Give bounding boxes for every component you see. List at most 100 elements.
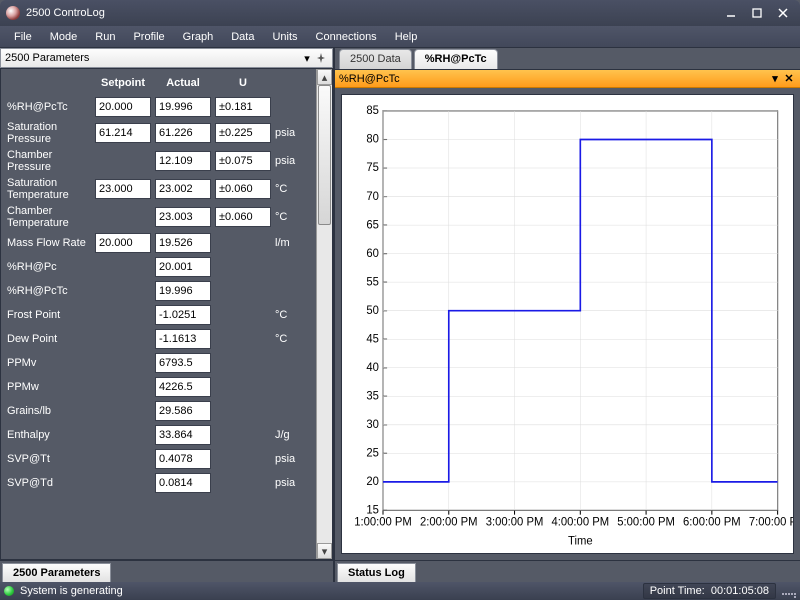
param-row: Grains/lb — [5, 399, 312, 423]
panel-header[interactable]: 2500 Parameters ▾ — [0, 48, 333, 68]
param-label: PPMv — [7, 357, 91, 369]
scroll-down-button[interactable]: ▾ — [317, 543, 332, 559]
param-row: SVP@Ttpsia — [5, 447, 312, 471]
panel-title: 2500 Parameters — [5, 52, 89, 64]
param-actual-input[interactable] — [155, 233, 211, 253]
svg-text:5:00:00 PM: 5:00:00 PM — [617, 516, 675, 528]
svg-text:80: 80 — [366, 134, 379, 146]
param-actual-input[interactable] — [155, 329, 211, 349]
scroll-thumb[interactable] — [318, 85, 331, 225]
param-actual-input[interactable] — [155, 377, 211, 397]
menu-mode[interactable]: Mode — [42, 29, 86, 45]
document-header[interactable]: %RH@PcTc ▾ ✕ — [335, 70, 800, 88]
svg-text:25: 25 — [366, 447, 379, 459]
svg-text:20: 20 — [366, 476, 379, 488]
doc-close-icon[interactable]: ✕ — [782, 72, 796, 85]
param-label: Frost Point — [7, 309, 91, 321]
param-setpoint-input[interactable] — [95, 123, 151, 143]
statusbar: System is generating Point Time: 00:01:0… — [0, 582, 800, 600]
menu-graph[interactable]: Graph — [175, 29, 222, 45]
param-label: PPMw — [7, 381, 91, 393]
doc-tab[interactable]: %RH@PcTc — [414, 49, 498, 69]
left-bottom-tabs: 2500 Parameters — [0, 560, 333, 582]
menu-run[interactable]: Run — [87, 29, 123, 45]
param-u-input[interactable] — [215, 97, 271, 117]
resize-grip-icon[interactable] — [782, 584, 796, 598]
param-actual-input[interactable] — [155, 401, 211, 421]
svg-text:85: 85 — [366, 105, 379, 117]
param-actual-input[interactable] — [155, 151, 211, 171]
tab-status-log[interactable]: Status Log — [337, 563, 416, 582]
param-u-input[interactable] — [215, 207, 271, 227]
param-actual-input[interactable] — [155, 305, 211, 325]
minimize-button[interactable] — [720, 5, 742, 21]
panel-dropdown-icon[interactable]: ▾ — [300, 52, 314, 65]
menu-connections[interactable]: Connections — [308, 29, 385, 45]
svg-text:60: 60 — [366, 248, 379, 260]
param-actual-input[interactable] — [155, 257, 211, 277]
param-label: SVP@Tt — [7, 453, 91, 465]
svg-text:55: 55 — [366, 276, 379, 288]
param-u-input[interactable] — [215, 123, 271, 143]
param-label: Grains/lb — [7, 405, 91, 417]
param-row: PPMw — [5, 375, 312, 399]
param-label: SVP@Td — [7, 477, 91, 489]
menu-help[interactable]: Help — [387, 29, 426, 45]
scroll-up-button[interactable]: ▴ — [317, 69, 332, 85]
param-actual-input[interactable] — [155, 473, 211, 493]
app-icon — [6, 6, 20, 20]
param-actual-input[interactable] — [155, 207, 211, 227]
param-unit: °C — [275, 211, 305, 223]
param-actual-input[interactable] — [155, 123, 211, 143]
window-title: 2500 ControLog — [26, 7, 105, 19]
doc-tab[interactable]: 2500 Data — [339, 49, 412, 69]
col-u: U — [215, 77, 271, 89]
param-row: Frost Point°C — [5, 303, 312, 327]
chart[interactable]: 1520253035404550556065707580851:00:00 PM… — [341, 94, 794, 554]
menu-units[interactable]: Units — [264, 29, 305, 45]
param-row: Dew Point°C — [5, 327, 312, 351]
svg-text:6:00:00 PM: 6:00:00 PM — [683, 516, 741, 528]
col-actual: Actual — [155, 77, 211, 89]
param-unit: psia — [275, 155, 305, 167]
param-label: Chamber Temperature — [7, 205, 91, 229]
param-actual-input[interactable] — [155, 449, 211, 469]
param-row: Saturation Temperature°C — [5, 175, 312, 203]
param-actual-input[interactable] — [155, 425, 211, 445]
menu-data[interactable]: Data — [223, 29, 262, 45]
close-button[interactable] — [772, 5, 794, 21]
param-setpoint-input[interactable] — [95, 233, 151, 253]
status-message: System is generating — [20, 585, 123, 597]
svg-text:Time: Time — [568, 535, 593, 547]
doc-dropdown-icon[interactable]: ▾ — [768, 72, 782, 85]
menu-file[interactable]: File — [6, 29, 40, 45]
param-unit: l/m — [275, 237, 305, 249]
param-actual-input[interactable] — [155, 97, 211, 117]
point-time-label: Point Time: — [650, 585, 705, 597]
svg-text:15: 15 — [366, 504, 379, 516]
point-time-value: 00:01:05:08 — [711, 585, 769, 597]
param-row: %RH@PcTc — [5, 95, 312, 119]
param-setpoint-input[interactable] — [95, 179, 151, 199]
param-setpoint-input[interactable] — [95, 97, 151, 117]
param-actual-input[interactable] — [155, 281, 211, 301]
param-label: %RH@PcTc — [7, 101, 91, 113]
titlebar[interactable]: 2500 ControLog — [0, 0, 800, 26]
param-actual-input[interactable] — [155, 353, 211, 373]
param-u-input[interactable] — [215, 179, 271, 199]
svg-text:3:00:00 PM: 3:00:00 PM — [486, 516, 544, 528]
scrollbar[interactable]: ▴ ▾ — [316, 69, 332, 559]
tab-2500-parameters[interactable]: 2500 Parameters — [2, 563, 111, 582]
param-label: Saturation Temperature — [7, 177, 91, 201]
param-unit: J/g — [275, 429, 305, 441]
menu-profile[interactable]: Profile — [125, 29, 172, 45]
param-row: EnthalpyJ/g — [5, 423, 312, 447]
param-u-input[interactable] — [215, 151, 271, 171]
pin-icon[interactable] — [314, 53, 328, 63]
svg-text:7:00:00 PM: 7:00:00 PM — [749, 516, 793, 528]
right-bottom-tabs: Status Log — [335, 560, 800, 582]
svg-text:35: 35 — [366, 390, 379, 402]
document-title: %RH@PcTc — [339, 73, 400, 85]
maximize-button[interactable] — [746, 5, 768, 21]
param-actual-input[interactable] — [155, 179, 211, 199]
